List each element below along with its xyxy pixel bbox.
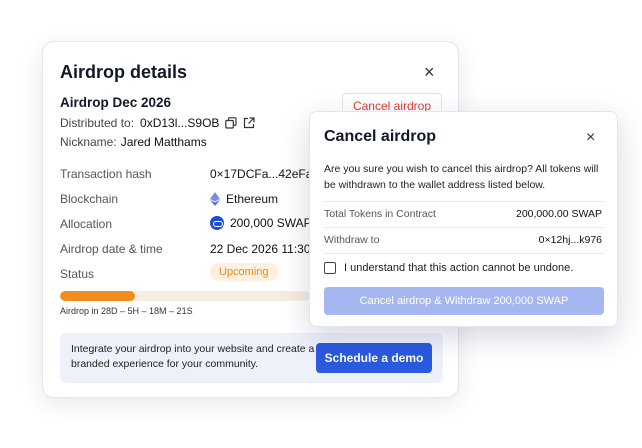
card-title: Airdrop details (60, 62, 188, 82)
divider (324, 227, 604, 228)
distributed-address: 0xD13l...S9OB (140, 116, 220, 130)
status-badge: Upcoming (210, 263, 278, 281)
nickname-value: Jared Matthams (120, 135, 207, 149)
schedule-demo-button[interactable]: Schedule a demo (316, 343, 432, 373)
promo-text: Integrate your airdrop into your website… (71, 343, 315, 370)
cancel-airdrop-modal: Cancel airdrop × Are you sure you wish t… (309, 111, 618, 327)
divider (324, 201, 604, 202)
status-value: Upcoming (210, 263, 278, 281)
blockchain-value: Ethereum (210, 192, 278, 206)
modal-close-icon[interactable]: × (586, 130, 595, 146)
swap-token-icon (210, 216, 224, 230)
airdrop-date-text: 22 Dec 2026 11:30 (210, 242, 311, 256)
modal-title: Cancel airdrop (324, 128, 437, 145)
confirm-checkbox[interactable] (324, 262, 336, 274)
nickname-label: Nickname: (60, 135, 117, 149)
ethereum-icon (210, 192, 220, 206)
withdraw-to-label: Withdraw to (324, 234, 380, 246)
status-label: Status (60, 267, 95, 281)
nickname-row: Nickname: Jared Matthams (60, 135, 207, 149)
divider (324, 253, 604, 254)
allocation-text: 200,000 SWAP (230, 216, 312, 230)
withdraw-to-value: 0×12hj...k976 (538, 234, 602, 246)
close-icon[interactable]: × (424, 63, 435, 81)
tx-hash-text: 0×17DCFa...42eFal (210, 167, 316, 181)
airdrop-progress-bar (60, 291, 310, 301)
countdown-label: Airdrop in 28D – 5H – 18M – 21S (60, 306, 193, 316)
distributed-label: Distributed to: (60, 116, 135, 130)
allocation-label: Allocation (60, 217, 113, 231)
copy-icon[interactable] (225, 117, 238, 129)
total-tokens-value: 200,000.00 SWAP (516, 208, 602, 220)
cancel-and-withdraw-button[interactable]: Cancel airdrop & Withdraw 200,000 SWAP (324, 287, 604, 315)
tx-hash-value: 0×17DCFa...42eFal (210, 167, 315, 181)
distributed-row: Distributed to: 0xD13l...S9OB (60, 116, 256, 130)
total-tokens-label: Total Tokens in Contract (324, 208, 436, 220)
tx-hash-label: Transaction hash (60, 167, 152, 181)
confirm-checkbox-row[interactable]: I understand that this action cannot be … (324, 262, 573, 274)
blockchain-text: Ethereum (226, 192, 279, 206)
airdrop-date-label: Airdrop date & time (60, 242, 163, 256)
airdrop-date-value: 22 Dec 2026 11:30 (210, 242, 311, 256)
modal-description: Are you sure you wish to cancel this air… (324, 163, 599, 191)
blockchain-label: Blockchain (60, 192, 119, 206)
allocation-value: 200,000 SWAP (210, 216, 312, 230)
airdrop-name: Airdrop Dec 2026 (60, 95, 172, 110)
external-link-icon[interactable] (243, 117, 256, 129)
confirm-checkbox-label: I understand that this action cannot be … (344, 262, 574, 274)
integration-promo: Integrate your airdrop into your website… (60, 333, 443, 383)
progress-fill (60, 291, 135, 301)
